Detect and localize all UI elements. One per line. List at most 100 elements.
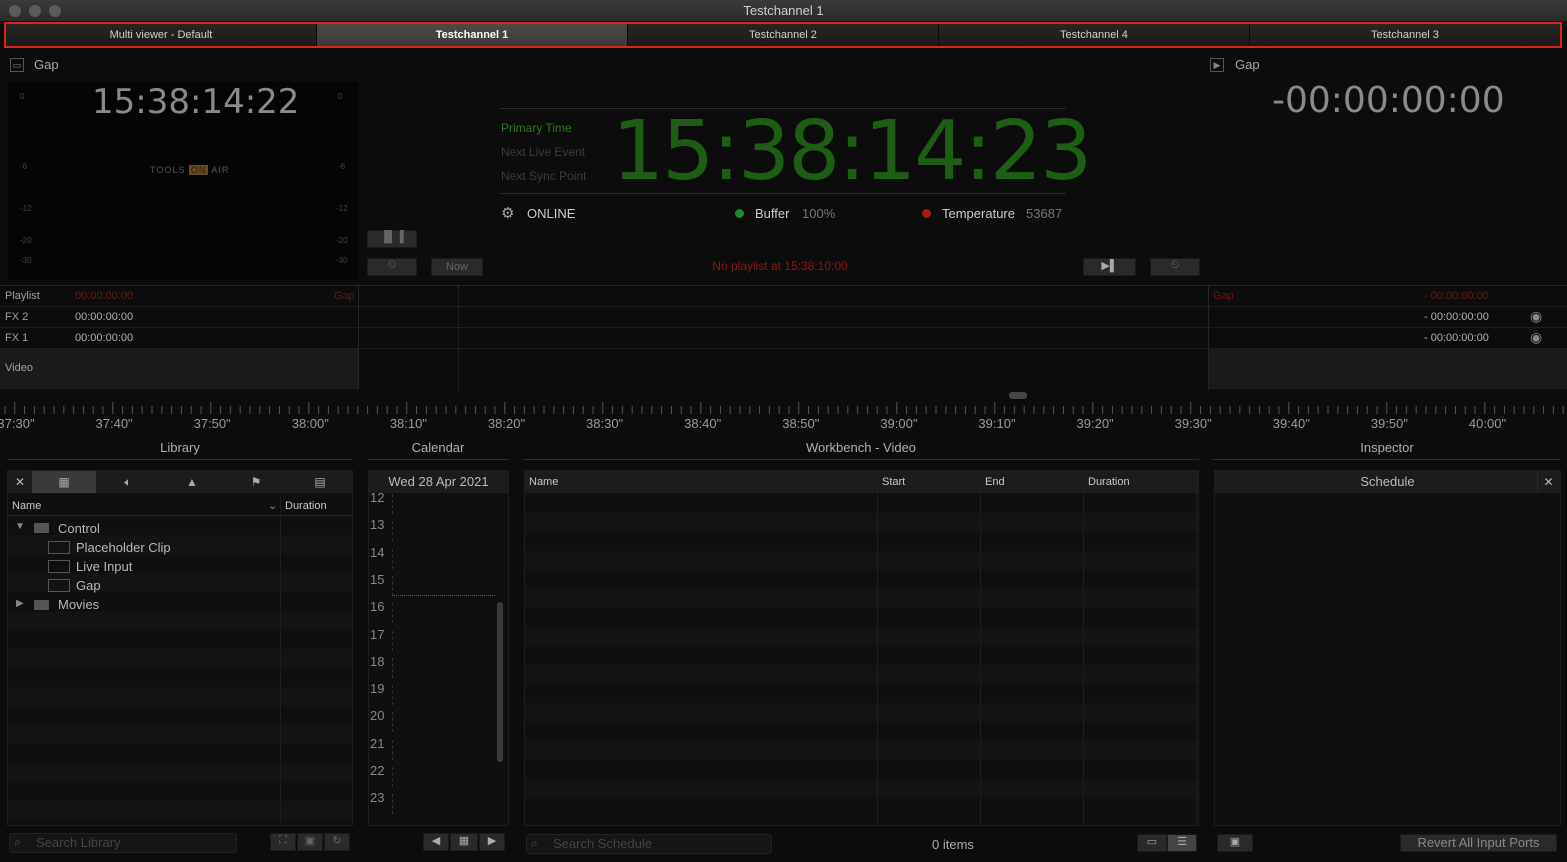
table-row[interactable] [525, 513, 1198, 532]
track-fx-1[interactable]: FX 1 00:00:00:00 - 00:00:00:00 ◉ [0, 328, 1567, 349]
online-status: ONLINE [527, 206, 576, 221]
video-filter-icon[interactable]: ▦ [32, 471, 96, 493]
library-item-live-input[interactable]: Live Input [76, 559, 132, 574]
col-duration[interactable]: Duration [1088, 476, 1130, 488]
visibility-eye-icon[interactable]: ◉ [1530, 308, 1542, 325]
col-name[interactable]: Name [529, 476, 558, 488]
table-row[interactable] [525, 608, 1198, 627]
calendar-prev-button[interactable]: ◀ [423, 833, 449, 851]
image-icon[interactable]: ▣ [297, 833, 323, 851]
track-video[interactable]: Video [0, 349, 1567, 389]
list-row-stripe [8, 782, 352, 801]
table-row[interactable] [525, 627, 1198, 646]
inspector-image-icon[interactable]: ▣ [1217, 834, 1253, 852]
table-row[interactable] [525, 760, 1198, 779]
temperature-label: Temperature [942, 206, 1015, 221]
track-fx-2[interactable]: FX 2 00:00:00:00 - 00:00:00:00 ◉ [0, 307, 1567, 328]
table-row[interactable] [525, 646, 1198, 665]
table-row[interactable] [525, 551, 1198, 570]
skip-next-button[interactable]: ▶▌ [1083, 258, 1136, 276]
list-row-stripe [8, 649, 352, 668]
calendar-view-button[interactable]: ▦ [450, 833, 478, 851]
ruler-label: 39:00" [880, 416, 918, 431]
close-icon[interactable]: ✕ [1537, 471, 1559, 493]
now-button[interactable]: Now [431, 258, 483, 276]
calendar-next-button[interactable]: ▶ [479, 833, 505, 851]
table-row[interactable] [525, 665, 1198, 684]
expand-icon[interactable]: ⛶ [270, 833, 296, 851]
calendar-date[interactable]: Wed 28 Apr 2021 [369, 471, 508, 493]
table-row[interactable] [525, 494, 1198, 513]
ruler-label: 39:30" [1174, 416, 1212, 431]
inspector-title: Inspector [1213, 440, 1561, 460]
tab-testchannel-4[interactable]: Testchannel 4 [939, 24, 1250, 46]
workbench-title: Workbench - Video [523, 440, 1199, 460]
close-icon[interactable]: ✕ [8, 471, 32, 493]
library-item-control[interactable]: Control [58, 521, 100, 536]
buffer-status-dot [735, 209, 744, 218]
revert-all-input-ports-button[interactable]: Revert All Input Ports [1400, 834, 1557, 852]
table-row[interactable] [525, 722, 1198, 741]
disclosure-open-icon[interactable]: ▼ [15, 521, 25, 532]
ruler-label: 39:40" [1272, 416, 1310, 431]
library-duration-header[interactable]: Duration [285, 500, 327, 512]
monitor-icon[interactable]: ▭ [10, 58, 24, 72]
table-row[interactable] [525, 741, 1198, 760]
left-panel-label: Gap [34, 57, 59, 72]
single-view-icon[interactable]: ▭ [1137, 834, 1167, 852]
calendar-hour-tick [392, 494, 393, 514]
ruler-label: 38:20" [487, 416, 526, 431]
chevron-down-icon[interactable]: ⌄ [268, 499, 277, 512]
list-view-icon[interactable]: ☰ [1167, 834, 1197, 852]
tab-multi-viewer[interactable]: Multi viewer - Default [6, 24, 317, 46]
calendar-hour-label: 22 [370, 763, 385, 778]
library-search-input[interactable]: Search Library [9, 833, 237, 853]
library-item-placeholder-clip[interactable]: Placeholder Clip [76, 540, 171, 555]
calendar-hour-label: 17 [370, 626, 385, 642]
alarm-clock-icon[interactable]: ⏲ [367, 258, 417, 276]
library-name-header[interactable]: Name [12, 500, 41, 512]
tab-testchannel-2[interactable]: Testchannel 2 [628, 24, 939, 46]
calendar-filter-icon[interactable]: ▤ [288, 471, 352, 493]
no-playlist-message: No playlist at 15:38:10:00 [712, 259, 848, 273]
audio-filter-icon[interactable]: 🔈︎ [96, 471, 160, 493]
schedule-search-input[interactable]: Search Schedule [526, 834, 772, 854]
tab-testchannel-3[interactable]: Testchannel 3 [1250, 24, 1560, 46]
table-row[interactable] [525, 570, 1198, 589]
channel-tab-bar: Multi viewer - Default Testchannel 1 Tes… [4, 22, 1562, 48]
current-timecode: 15:38:14:22 [92, 82, 300, 122]
library-item-gap[interactable]: Gap [76, 578, 101, 593]
gear-icon[interactable]: ⚙ [501, 204, 514, 222]
time-ruler[interactable]: 37:30" 37:40" 37:50" 38:00" 38:10" 38:20" 38:3… [0, 398, 1567, 434]
table-row[interactable] [525, 684, 1198, 703]
visibility-eye-icon[interactable]: ◉ [1530, 329, 1542, 346]
table-row[interactable] [525, 589, 1198, 608]
calendar-scrollbar[interactable] [497, 602, 503, 762]
play-icon[interactable]: ▶ [1210, 58, 1224, 72]
table-row[interactable] [525, 703, 1198, 722]
image-filter-icon[interactable]: ▲ [160, 471, 224, 493]
next-sync-point-label: Next Sync Point [501, 169, 587, 183]
track-playlist[interactable]: Playlist 00:00:00:00 Gap Gap - 00:00:00:… [0, 286, 1567, 307]
refresh-icon[interactable]: ↻ [324, 833, 350, 851]
calendar-hour-label: 16 [370, 599, 385, 615]
table-row[interactable] [525, 798, 1198, 817]
col-end[interactable]: End [985, 476, 1005, 488]
audio-meter-button[interactable]: ▐▌▐ [367, 230, 417, 248]
calendar-hour-label: 15 [370, 571, 385, 587]
list-row-stripe [8, 630, 352, 649]
table-row[interactable] [525, 779, 1198, 798]
tab-testchannel-1[interactable]: Testchannel 1 [317, 24, 628, 46]
flag-filter-icon[interactable]: ⚑ [224, 471, 288, 493]
library-item-movies[interactable]: Movies [58, 597, 99, 612]
schedule-header: Schedule [1215, 471, 1560, 493]
table-row[interactable] [525, 532, 1198, 551]
disclosure-closed-icon[interactable]: ▶ [16, 598, 24, 609]
right-alarm-clock-icon[interactable]: ⏲ [1150, 258, 1200, 276]
library-title: Library [7, 440, 353, 460]
col-start[interactable]: Start [882, 476, 905, 488]
ruler-label: 39:50" [1370, 416, 1408, 431]
calendar-hour-label: 13 [370, 517, 385, 533]
ruler-label: 40:00" [1468, 416, 1507, 431]
list-row-stripe [8, 611, 352, 630]
